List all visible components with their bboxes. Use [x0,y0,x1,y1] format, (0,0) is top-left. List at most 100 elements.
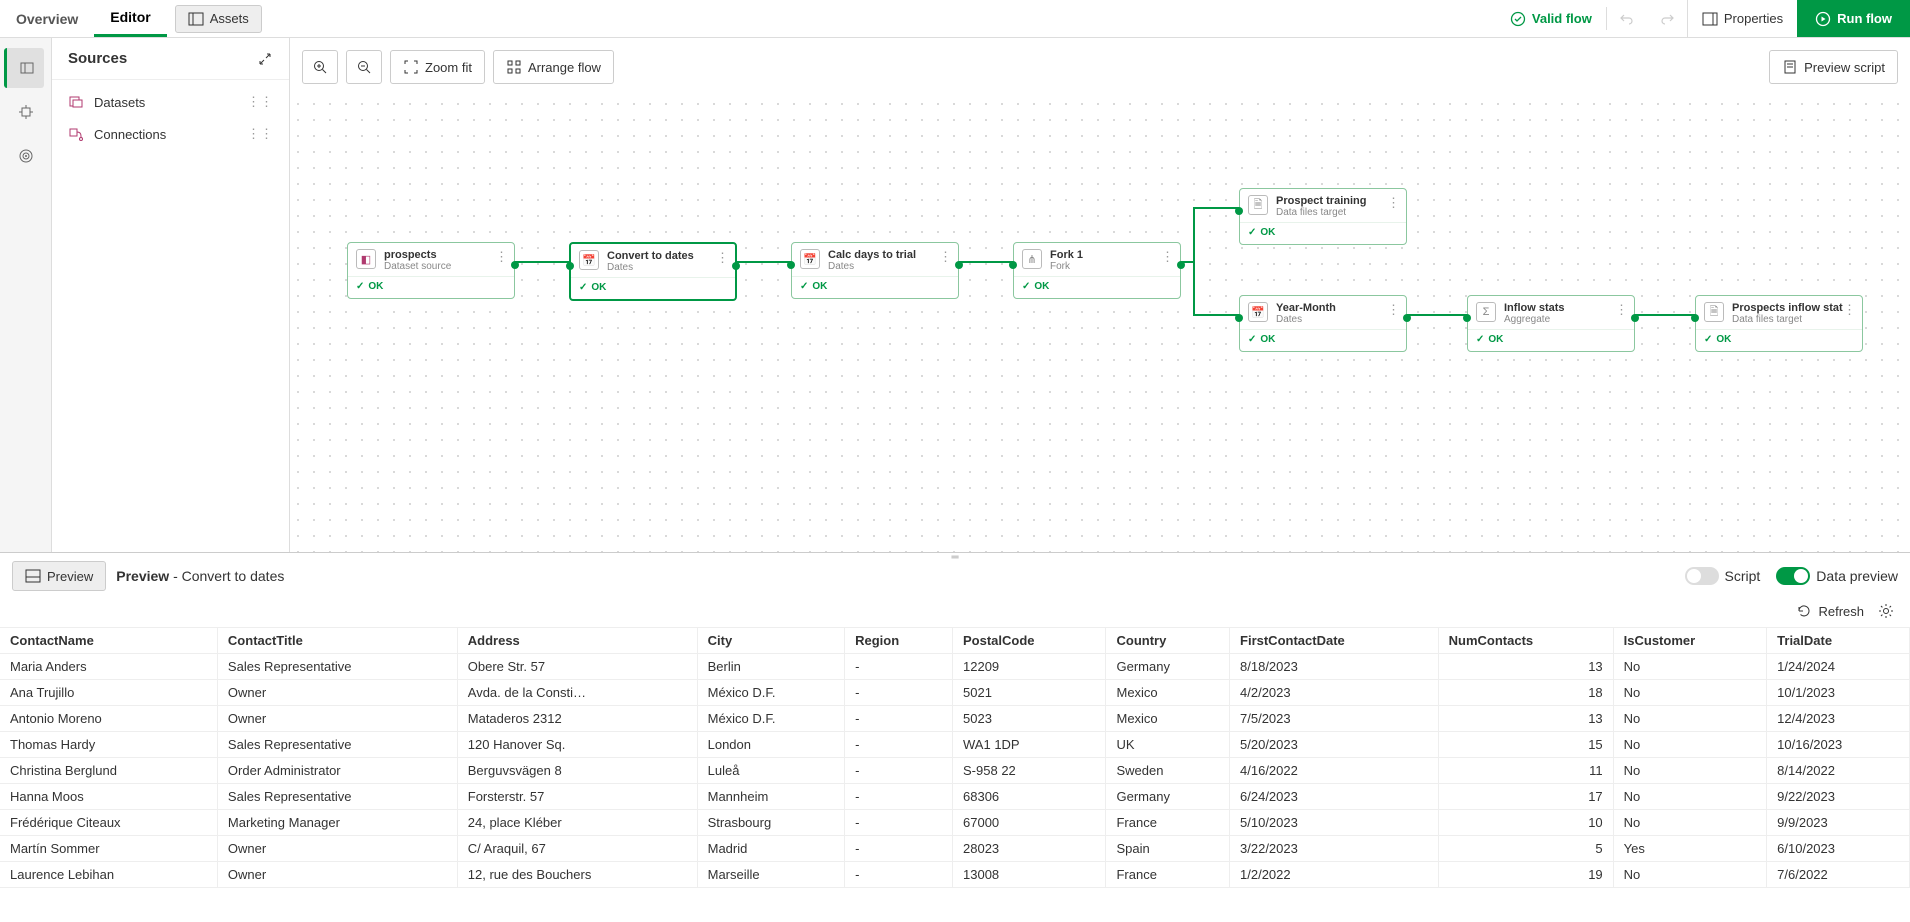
node-fork-1[interactable]: ⋔ Fork 1Fork ⋮ ✓OK [1013,242,1181,299]
column-header[interactable]: NumContacts [1438,628,1613,654]
table-row[interactable]: Ana TrujilloOwnerAvda. de la Consti…Méxi… [0,680,1910,706]
table-cell: 5/20/2023 [1230,732,1439,758]
table-row[interactable]: Hanna MoosSales RepresentativeForsterstr… [0,784,1910,810]
sources-panel: Sources Datasets ⋮⋮ Connections ⋮⋮ [52,38,290,552]
check-icon: ✓ [1476,334,1484,345]
source-datasets[interactable]: Datasets ⋮⋮ [52,86,289,118]
node-menu-icon[interactable]: ⋮ [1161,249,1174,265]
table-cell: - [845,810,953,836]
table-row[interactable]: Maria AndersSales RepresentativeObere St… [0,654,1910,680]
table-cell: Order Administrator [217,758,457,784]
node-menu-icon[interactable]: ⋮ [495,249,508,265]
zoom-in-button[interactable] [302,50,338,84]
check-circle-icon [1510,11,1526,27]
table-cell: 6/24/2023 [1230,784,1439,810]
table-cell: Owner [217,706,457,732]
data-preview-label: Data preview [1816,568,1898,584]
column-header[interactable]: PostalCode [953,628,1106,654]
table-cell: 19 [1438,862,1613,888]
table-row[interactable]: Martín SommerOwnerC/ Araquil, 67Madrid-2… [0,836,1910,862]
column-header[interactable]: City [697,628,844,654]
table-cell: Mataderos 2312 [457,706,697,732]
table-cell: Maria Anders [0,654,217,680]
node-inflow-stats[interactable]: Σ Inflow statsAggregate ⋮ ✓OK [1467,295,1635,352]
data-preview-table[interactable]: ContactNameContactTitleAddressCityRegion… [0,627,1910,922]
table-cell: 1/2/2022 [1230,862,1439,888]
script-toggle[interactable]: Script [1685,567,1761,585]
node-prospects[interactable]: ◧ prospectsDataset source ⋮ ✓OK [347,242,515,299]
table-cell: Mexico [1106,680,1230,706]
source-connections[interactable]: Connections ⋮⋮ [52,118,289,150]
table-row[interactable]: Laurence LebihanOwner12, rue des Boucher… [0,862,1910,888]
node-menu-icon[interactable]: ⋮ [1843,302,1856,318]
table-cell: Christina Berglund [0,758,217,784]
node-menu-icon[interactable]: ⋮ [939,249,952,265]
connection-icon [68,126,84,142]
node-convert-to-dates[interactable]: 📅 Convert to datesDates ⋮ ✓OK [569,242,737,301]
column-header[interactable]: ContactTitle [217,628,457,654]
node-year-month[interactable]: 📅 Year-MonthDates ⋮ ✓OK [1239,295,1407,352]
table-cell: 9/9/2023 [1767,810,1910,836]
column-header[interactable]: Region [845,628,953,654]
column-header[interactable]: TrialDate [1767,628,1910,654]
tab-overview[interactable]: Overview [0,0,94,37]
zoom-fit-button[interactable]: Zoom fit [390,50,485,84]
tab-editor[interactable]: Editor [94,0,166,37]
arrange-flow-button[interactable]: Arrange flow [493,50,614,84]
column-header[interactable]: FirstContactDate [1230,628,1439,654]
node-menu-icon[interactable]: ⋮ [1387,302,1400,318]
properties-label: Properties [1724,11,1783,26]
table-row[interactable]: Christina BerglundOrder AdministratorBer… [0,758,1910,784]
table-cell: 9/22/2023 [1767,784,1910,810]
column-header[interactable]: Country [1106,628,1230,654]
node-prospects-inflow-stat[interactable]: 🗎 Prospects inflow statData files target… [1695,295,1863,352]
zoom-out-button[interactable] [346,50,382,84]
table-cell: No [1613,732,1767,758]
settings-icon[interactable] [1878,603,1894,619]
node-menu-icon[interactable]: ⋮ [1387,195,1400,211]
table-row[interactable]: Thomas HardySales Representative120 Hano… [0,732,1910,758]
table-cell: - [845,758,953,784]
data-preview-toggle[interactable]: Data preview [1776,567,1898,585]
panel-right-icon [1702,11,1718,27]
node-menu-icon[interactable]: ⋮ [716,250,729,266]
node-calc-days-to-trial[interactable]: 📅 Calc days to trialDates ⋮ ✓OK [791,242,959,299]
column-header[interactable]: Address [457,628,697,654]
table-cell: Berlin [697,654,844,680]
table-cell: 11 [1438,758,1613,784]
rail-targets[interactable] [6,136,46,176]
sources-title: Sources [68,50,127,67]
preview-script-button[interactable]: Preview script [1769,50,1898,84]
resize-handle-icon[interactable]: ═ [940,552,970,556]
node-prospect-training[interactable]: 🗎 Prospect trainingData files target ⋮ ✓… [1239,188,1407,245]
fork-icon: ⋔ [1022,249,1042,269]
table-row[interactable]: Antonio MorenoOwnerMataderos 2312México … [0,706,1910,732]
assets-button[interactable]: Assets [175,5,262,33]
preview-title: Preview - Convert to dates [116,568,284,584]
flow-canvas[interactable]: ◧ prospectsDataset source ⋮ ✓OK 📅 Conver… [290,96,1910,552]
preview-toggle-button[interactable]: Preview [12,561,106,591]
undo-button[interactable] [1607,0,1647,37]
properties-button[interactable]: Properties [1687,0,1797,37]
rail-sources[interactable] [4,48,44,88]
aggregate-icon: Σ [1476,302,1496,322]
rail-processors[interactable] [6,92,46,132]
column-header[interactable]: IsCustomer [1613,628,1767,654]
table-cell: No [1613,654,1767,680]
run-flow-button[interactable]: Run flow [1797,0,1910,37]
table-cell: 13 [1438,654,1613,680]
dates-icon: 📅 [1248,302,1268,322]
table-cell: Sales Representative [217,784,457,810]
drag-handle-icon[interactable]: ⋮⋮ [247,94,273,110]
table-row[interactable]: Frédérique CiteauxMarketing Manager24, p… [0,810,1910,836]
panel-icon [188,11,204,27]
arrange-icon [506,59,522,75]
drag-handle-icon[interactable]: ⋮⋮ [247,126,273,142]
table-cell: 8/18/2023 [1230,654,1439,680]
expand-icon[interactable] [257,51,273,67]
node-menu-icon[interactable]: ⋮ [1615,302,1628,318]
table-cell: 4/16/2022 [1230,758,1439,784]
column-header[interactable]: ContactName [0,628,217,654]
redo-button[interactable] [1647,0,1687,37]
refresh-button[interactable]: Refresh [1796,603,1864,619]
